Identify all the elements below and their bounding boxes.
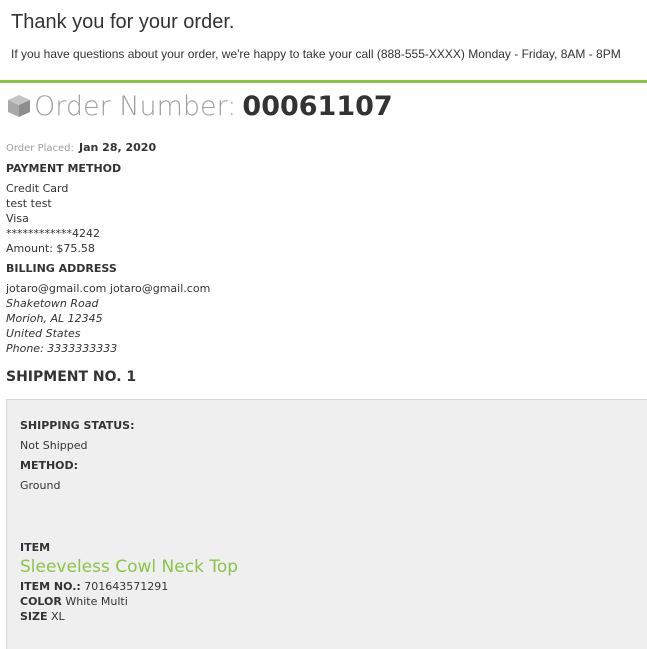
shipping-status-label: SHIPPING STATUS: <box>20 419 135 432</box>
item-color-row: COLOR White Multi <box>20 595 128 608</box>
shipping-method-value: Ground <box>20 479 61 492</box>
item-size-label: SIZE <box>20 610 48 623</box>
order-confirmation-header: Thank you for your order. If you have qu… <box>0 0 647 83</box>
item-number-value: 701643571291 <box>84 580 169 593</box>
payment-card-number: ************4242 <box>6 227 100 240</box>
order-number-value: 00061107 <box>242 90 393 122</box>
order-placed: Order Placed: Jan 28, 2020 <box>6 136 156 155</box>
payment-amount: Amount: $75.58 <box>6 242 95 255</box>
billing-address-title: BILLING ADDRESS <box>6 262 117 275</box>
order-placed-label: Order Placed: <box>6 143 74 154</box>
order-number-row: Order Number: 00061107 <box>6 88 393 124</box>
shipping-status-value: Not Shipped <box>20 439 88 452</box>
payment-brand: Visa <box>6 212 29 225</box>
item-size-row: SIZE XL <box>20 610 65 623</box>
billing-city: Morioh, AL 12345 <box>6 312 103 325</box>
item-number-row: ITEM NO.: 701643571291 <box>20 580 168 593</box>
item-number-label: ITEM NO.: <box>20 580 81 593</box>
shipment-title: SHIPMENT NO. 1 <box>6 369 137 385</box>
box-icon <box>8 95 30 117</box>
contact-info-text: If you have questions about your order, … <box>11 47 621 61</box>
item-label: ITEM <box>20 541 51 554</box>
payment-name: test test <box>6 197 52 210</box>
item-size-value: XL <box>51 610 65 623</box>
payment-type: Credit Card <box>6 182 69 195</box>
shipping-method-label: METHOD: <box>20 459 79 472</box>
billing-street: Shaketown Road <box>6 297 99 310</box>
order-placed-date: Jan 28, 2020 <box>79 141 157 154</box>
billing-phone: Phone: 3333333333 <box>6 342 118 355</box>
billing-name: jotaro@gmail.com jotaro@gmail.com <box>6 282 211 295</box>
payment-method-title: PAYMENT METHOD <box>6 162 122 175</box>
item-color-label: COLOR <box>20 595 62 608</box>
billing-country: United States <box>6 327 81 340</box>
item-color-value: White Multi <box>65 595 128 608</box>
shipment-panel: SHIPPING STATUS: Not Shipped METHOD: Gro… <box>6 399 647 649</box>
item-name-link[interactable]: Sleeveless Cowl Neck Top <box>20 557 238 577</box>
order-number-label: Order Number: <box>34 90 237 122</box>
thank-you-heading: Thank you for your order. <box>11 11 235 33</box>
